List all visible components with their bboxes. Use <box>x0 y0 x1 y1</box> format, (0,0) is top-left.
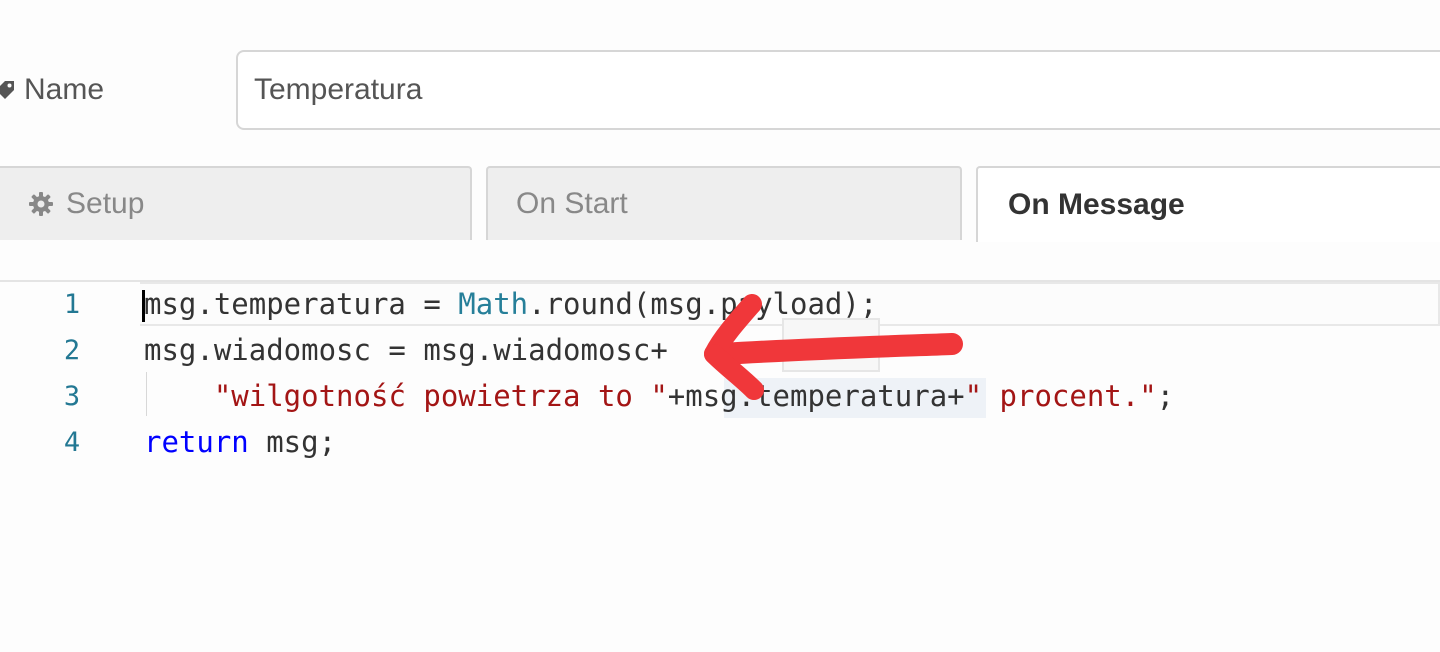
code-token: msg; <box>248 425 337 459</box>
tab-setup[interactable]: Setup <box>0 166 472 240</box>
tab-on-start[interactable]: On Start <box>486 166 962 240</box>
code-text: msg.wiadomosc = msg.wiadomosc+ <box>144 333 668 367</box>
code-token-string: "wilgotność powietrza to " <box>213 379 668 413</box>
code-text: "wilgotność powietrza to "+msg.temperatu… <box>144 379 1174 413</box>
line-number: 2 <box>63 334 81 366</box>
code-token-string: " procent." <box>964 379 1157 413</box>
line-number: 4 <box>63 426 81 458</box>
text-cursor <box>142 290 145 322</box>
code-token-keyword: return <box>144 425 249 459</box>
tab-setup-label: Setup <box>66 187 145 220</box>
tab-bar: Setup On Start On Message <box>0 166 1440 408</box>
code-token-type: Math <box>458 287 529 321</box>
tab-on-start-label: On Start <box>516 187 628 220</box>
code-token: msg.wiadomosc = msg.wiadomosc+ <box>144 333 668 367</box>
line-number: 3 <box>63 380 81 412</box>
tag-icon <box>0 79 16 101</box>
gear-icon <box>28 191 54 217</box>
name-label-text: Name <box>24 73 105 106</box>
name-label: Name <box>0 68 104 112</box>
code-token: msg.temperatura = <box>144 287 459 321</box>
tab-on-message-label: On Message <box>1008 188 1185 221</box>
code-line-4[interactable]: 4 return msg; <box>0 420 1440 464</box>
code-token: ; <box>1156 379 1175 413</box>
name-input[interactable] <box>236 50 1440 130</box>
line-number: 1 <box>63 288 81 320</box>
function-node-editor: Name Temperatura Setup On Start On Messa… <box>0 0 1440 652</box>
annotation-arrow-icon <box>704 294 963 400</box>
code-text: return msg; <box>144 425 336 459</box>
tab-on-message[interactable]: On Message <box>976 166 1440 242</box>
